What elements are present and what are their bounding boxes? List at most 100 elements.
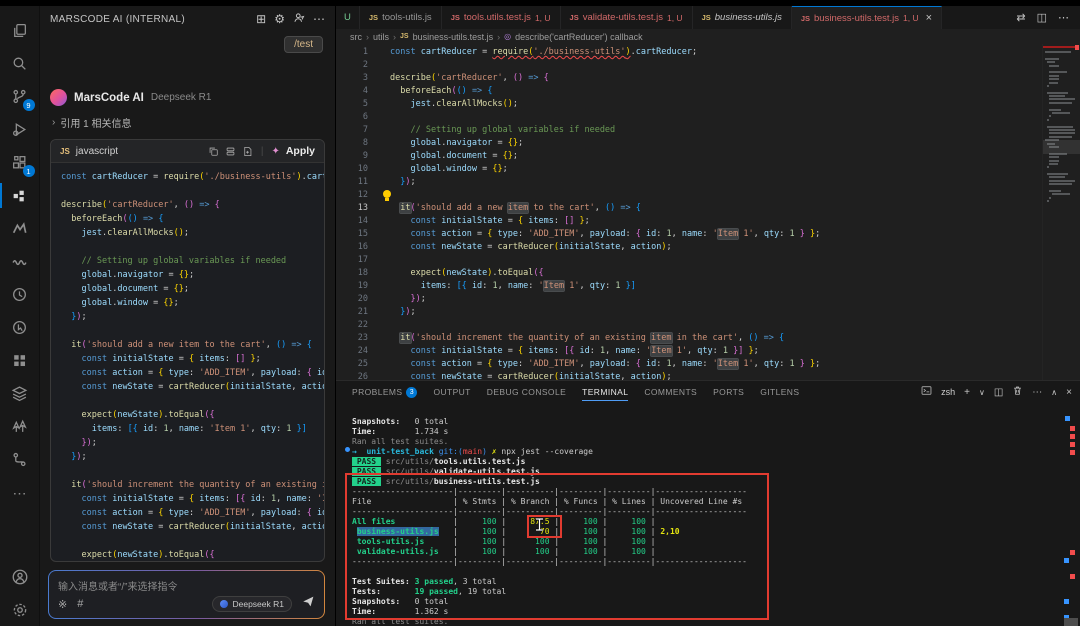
js-file-icon: JS: [400, 33, 409, 40]
line-number: 21: [336, 306, 368, 319]
sidebar-more-icon[interactable]: ⋯: [313, 13, 325, 25]
wave-icon[interactable]: [0, 245, 40, 278]
feedback-person-icon[interactable]: [293, 12, 305, 26]
run-debug-icon[interactable]: [0, 113, 40, 146]
chevron-right-icon: ›: [52, 117, 55, 128]
panel-tab-debug-console[interactable]: DEBUG CONSOLE: [479, 381, 574, 403]
kill-terminal-icon[interactable]: [1012, 385, 1023, 399]
panel-more-icon[interactable]: ⋯: [1032, 387, 1042, 398]
editor-code: const cartReducer = require('./business-…: [380, 44, 1080, 380]
grid-icon[interactable]: [0, 344, 40, 377]
extensions-icon[interactable]: 1: [0, 146, 40, 179]
m-logo-icon[interactable]: [0, 212, 40, 245]
command-decoration-dot[interactable]: [345, 447, 350, 452]
line-number: 22: [336, 319, 368, 332]
minimap[interactable]: [1042, 44, 1080, 380]
minimap-slider[interactable]: [1043, 140, 1080, 154]
editor-gutter: 1234567891011121314151617181920212223242…: [336, 44, 380, 380]
breadcrumb-item[interactable]: business-utils.test.js: [413, 32, 494, 42]
panel-tab-output[interactable]: OUTPUT: [425, 381, 478, 403]
new-terminal-icon[interactable]: +: [964, 387, 970, 398]
editor-more-actions-icon[interactable]: ⋯: [1058, 11, 1069, 24]
open-changes-icon[interactable]: ⇄: [1016, 11, 1025, 24]
editor-tab-bar: UJStools-utils.jsJStools.utils.test.js1,…: [336, 6, 1080, 29]
line-number: 3: [336, 72, 368, 85]
terminal-dropdown-icon[interactable]: ∨: [979, 388, 985, 397]
terminal-scrollbar-thumb[interactable]: [1064, 618, 1078, 626]
source-control-icon[interactable]: 9: [0, 80, 40, 113]
search-icon[interactable]: [0, 47, 40, 80]
breadcrumb-item[interactable]: describe('cartReducer') callback: [515, 32, 643, 42]
lightbulb-icon[interactable]: [383, 190, 391, 198]
js-file-icon: JS: [451, 13, 460, 22]
layers-icon[interactable]: [0, 377, 40, 410]
breadcrumb-item[interactable]: utils: [373, 32, 389, 42]
assistant-name: MarsCode AI: [74, 92, 144, 104]
line-number: 17: [336, 254, 368, 267]
line-number: 24: [336, 345, 368, 358]
editor-tab-tools.utils.test.js[interactable]: JStools.utils.test.js1, U: [442, 6, 561, 29]
panel-tab-gitlens[interactable]: GITLENS: [752, 381, 807, 403]
editor-tab-business-utils.test.js[interactable]: JSbusiness-utils.test.js1, U×: [792, 6, 942, 29]
settings-gear-icon[interactable]: [0, 593, 40, 626]
model-selector-pill[interactable]: Deepseek R1: [212, 596, 292, 612]
editor-tab-validate-utils.test.js[interactable]: JSvalidate-utils.test.js1, U: [561, 6, 693, 29]
line-number: 4: [336, 85, 368, 98]
close-panel-icon[interactable]: ×: [1066, 387, 1072, 398]
line-number: 2: [336, 59, 368, 72]
forest-icon[interactable]: [0, 410, 40, 443]
new-chat-icon[interactable]: ⊞: [256, 13, 266, 25]
pointer-circle-icon[interactable]: [0, 311, 40, 344]
reference-collapse-row[interactable]: › 引用 1 相关信息: [52, 115, 325, 130]
git-branch-icon[interactable]: [0, 443, 40, 476]
skills-icon[interactable]: ※: [58, 598, 67, 611]
split-editor-icon[interactable]: ◫: [1037, 11, 1047, 24]
history-circle-icon[interactable]: [0, 278, 40, 311]
js-file-icon: JS: [570, 13, 579, 22]
editor-tab-tools-utils.js[interactable]: JStools-utils.js: [360, 6, 442, 29]
panel-tab-problems[interactable]: PROBLEMS3: [344, 381, 425, 403]
terminal-output[interactable]: Snapshots: 0 totalTime: 1.734 sRan all t…: [336, 403, 1080, 626]
panel-header: PROBLEMS3OUTPUTDEBUG CONSOLETERMINALCOMM…: [336, 381, 1080, 403]
terminal-shell-icon: [921, 385, 932, 399]
scm-badge: 9: [23, 99, 35, 111]
activity-bar: 9 1 ⋯: [0, 6, 40, 626]
split-terminal-icon[interactable]: ◫: [994, 387, 1003, 398]
maximize-panel-icon[interactable]: ∧: [1051, 388, 1057, 397]
slash-test-chip[interactable]: /test: [284, 36, 323, 53]
chat-code-block: JS javascript | ✦ Apply const cartReduce…: [50, 139, 325, 562]
chat-input[interactable]: 输入消息或者“/”来选择指令 ※ # Deepseek R1: [49, 571, 324, 618]
js-file-icon: JS: [702, 13, 711, 22]
marscode-avatar: [50, 89, 67, 106]
account-icon[interactable]: [0, 560, 40, 593]
editor-tab-business-utils.js[interactable]: JSbusiness-utils.js: [693, 6, 792, 29]
terminal-scroll-mark: [1065, 416, 1070, 421]
send-message-icon[interactable]: [302, 595, 315, 613]
reference-label: 引用 1 相关信息: [60, 115, 131, 130]
sidebar-settings-icon[interactable]: ⚙: [274, 13, 285, 25]
line-number: 23: [336, 332, 368, 345]
line-number: 20: [336, 293, 368, 306]
more-extensions-icon[interactable]: ⋯: [0, 476, 40, 509]
close-tab-icon[interactable]: ×: [926, 12, 932, 24]
panel-tab-comments[interactable]: COMMENTS: [636, 381, 705, 403]
editor-tab-U[interactable]: U: [336, 6, 360, 29]
context-hash-icon[interactable]: #: [77, 598, 83, 610]
copy-code-icon[interactable]: [208, 146, 219, 157]
line-number: 15: [336, 228, 368, 241]
js-file-icon: JS: [801, 14, 810, 23]
marscode-ai-icon[interactable]: [0, 179, 40, 212]
breadcrumb-item[interactable]: src: [350, 32, 362, 42]
code-block-language: javascript: [76, 146, 202, 157]
insert-code-icon[interactable]: [225, 146, 236, 157]
panel-tab-terminal[interactable]: TERMINAL: [574, 381, 636, 403]
new-file-icon[interactable]: [242, 146, 253, 157]
line-number: 18: [336, 267, 368, 280]
apply-button[interactable]: Apply: [286, 145, 315, 157]
explorer-icon[interactable]: [0, 14, 40, 47]
line-number: 1: [336, 46, 368, 59]
line-number: 6: [336, 111, 368, 124]
code-editor[interactable]: 1234567891011121314151617181920212223242…: [336, 44, 1080, 380]
breadcrumb: src›utils›JSbusiness-utils.test.js›◎desc…: [336, 29, 1080, 44]
panel-tab-ports[interactable]: PORTS: [705, 381, 752, 403]
